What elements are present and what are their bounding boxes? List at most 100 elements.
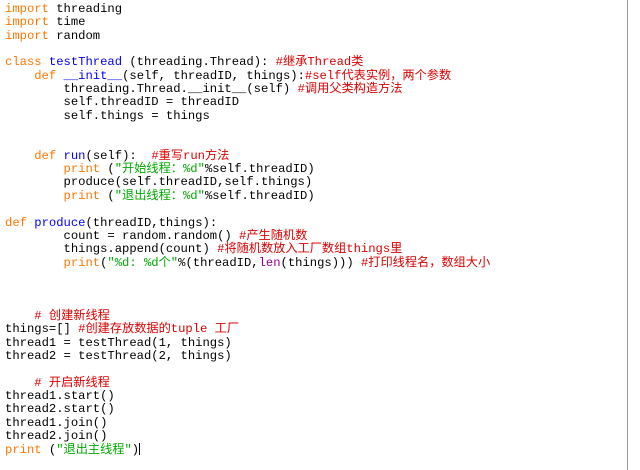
code-token: things.append(count): [5, 242, 218, 257]
code-line[interactable]: [5, 297, 490, 310]
code-line[interactable]: things.append(count) #将随机数放入工厂数组things里: [5, 243, 490, 256]
code-token: threading.Thread.__init__(self): [5, 82, 298, 97]
code-token: def: [34, 68, 57, 83]
code-token: #打印线程名，数组大小: [360, 255, 491, 270]
code-token: random: [48, 28, 101, 43]
code-token: thread2 = testThread(2, things): [5, 348, 232, 363]
code-token: __init__: [63, 68, 123, 83]
code-token: threading: [48, 2, 123, 16]
code-line[interactable]: import random: [5, 28, 490, 43]
code-token: produce(self.threadID,self.things): [5, 175, 313, 190]
code-line[interactable]: thread1.join(): [5, 415, 490, 430]
code-token: ): [131, 443, 140, 458]
code-token: import: [5, 2, 49, 16]
code-line[interactable]: [5, 363, 490, 376]
code-area[interactable]: import threading import time import random…: [5, 2, 491, 458]
code-line[interactable]: print ("退出线程：%d"%self.threadID): [5, 188, 490, 203]
code-token: import: [5, 28, 49, 43]
code-line[interactable]: class testThread (threading.Thread): #继承…: [5, 56, 490, 69]
code-token: print: [63, 162, 101, 177]
code-token: (self):: [85, 148, 152, 163]
code-token: import: [5, 15, 49, 30]
code-token: #self代表实例，两个参数: [304, 68, 452, 83]
code-token: print: [5, 443, 42, 458]
code-line[interactable]: thread2.start(): [5, 403, 490, 416]
code-token: self.threadID = threadID: [5, 95, 240, 110]
code-token: class: [5, 55, 42, 70]
code-line[interactable]: thread1.start(): [5, 388, 490, 403]
code-editor[interactable]: import threading import time import random…: [0, 0, 628, 470]
code-token: thread1 = testThread(1, things): [5, 335, 232, 350]
code-token: print: [63, 188, 101, 203]
code-token: #产生随机数: [239, 228, 308, 243]
code-token: thread2.join(): [5, 429, 108, 443]
code-line[interactable]: [5, 203, 490, 216]
code-token: def: [5, 215, 27, 230]
code-token: #创建存放数据的tuple 工厂: [78, 322, 240, 337]
code-token: (threading.Thread):: [122, 55, 276, 70]
text-cursor: [139, 443, 141, 456]
code-token: "退出主线程": [56, 443, 132, 458]
code-line[interactable]: print("%d: %d个"%(threadID,len(things))) …: [5, 255, 491, 270]
code-token: #重写run方法: [151, 148, 230, 163]
code-token: len: [258, 255, 281, 270]
code-token: %(threadID,: [178, 255, 259, 270]
code-line[interactable]: [5, 283, 490, 296]
code-token: print: [63, 255, 101, 270]
code-line[interactable]: threading.Thread.__init__(self) #调用父类构造方…: [5, 82, 490, 97]
code-token: "%d: %d个": [107, 255, 179, 270]
code-token: testThread: [48, 55, 123, 70]
code-token: (threadID,things):: [85, 215, 218, 230]
code-line[interactable]: thread1 = testThread(1, things): [5, 335, 490, 350]
code-token: (: [100, 162, 115, 177]
code-token: (: [100, 188, 115, 203]
code-line[interactable]: thread2 = testThread(2, things): [5, 348, 490, 363]
code-line[interactable]: produce(self.threadID,self.things): [5, 176, 490, 189]
code-token: count = random.random(): [5, 228, 240, 243]
code-token: run: [63, 148, 86, 163]
code-token: produce: [34, 215, 86, 230]
code-line[interactable]: things=[] #创建存放数据的tuple 工厂: [5, 323, 490, 336]
code-token: %self.threadID): [204, 162, 315, 177]
code-line[interactable]: self.threadID = threadID: [5, 96, 490, 109]
code-line[interactable]: import threading: [5, 2, 490, 16]
code-token: #继承Thread类: [275, 55, 364, 70]
code-line[interactable]: thread2.join(): [5, 429, 490, 443]
code-token: things=[]: [5, 322, 79, 337]
code-token: (self, threadID, things):: [122, 68, 305, 83]
code-line[interactable]: print ("退出主线程"): [5, 443, 490, 458]
code-token: thread2.start(): [5, 402, 115, 417]
code-line[interactable]: [5, 123, 490, 136]
code-token: #将随机数放入工厂数组things里: [217, 242, 403, 257]
code-token: "退出线程：%d": [114, 188, 205, 203]
code-token: (: [41, 443, 57, 458]
code-line[interactable]: self.things = things: [5, 108, 490, 123]
code-token: %self.threadID): [204, 188, 315, 203]
code-token: thread1.join(): [5, 415, 108, 430]
code-token: (things))): [280, 255, 361, 270]
code-line[interactable]: [5, 136, 490, 149]
code-line[interactable]: print ("开始线程：%d"%self.threadID): [5, 162, 490, 177]
code-token: self.things = things: [5, 108, 210, 123]
code-line[interactable]: [5, 270, 490, 283]
code-line[interactable]: def produce(threadID,things):: [5, 215, 490, 230]
code-token: #调用父类构造方法: [297, 82, 403, 97]
code-token: def: [34, 148, 57, 163]
code-line[interactable]: import time: [5, 16, 490, 29]
code-token: # 开启新线程: [34, 375, 110, 390]
code-token: "开始线程：%d": [114, 162, 205, 177]
code-token: time: [48, 15, 86, 30]
code-token: thread1.start(): [5, 388, 115, 403]
code-line[interactable]: # 开启新线程: [5, 375, 490, 390]
code-token: # 创建新线程: [34, 308, 110, 323]
